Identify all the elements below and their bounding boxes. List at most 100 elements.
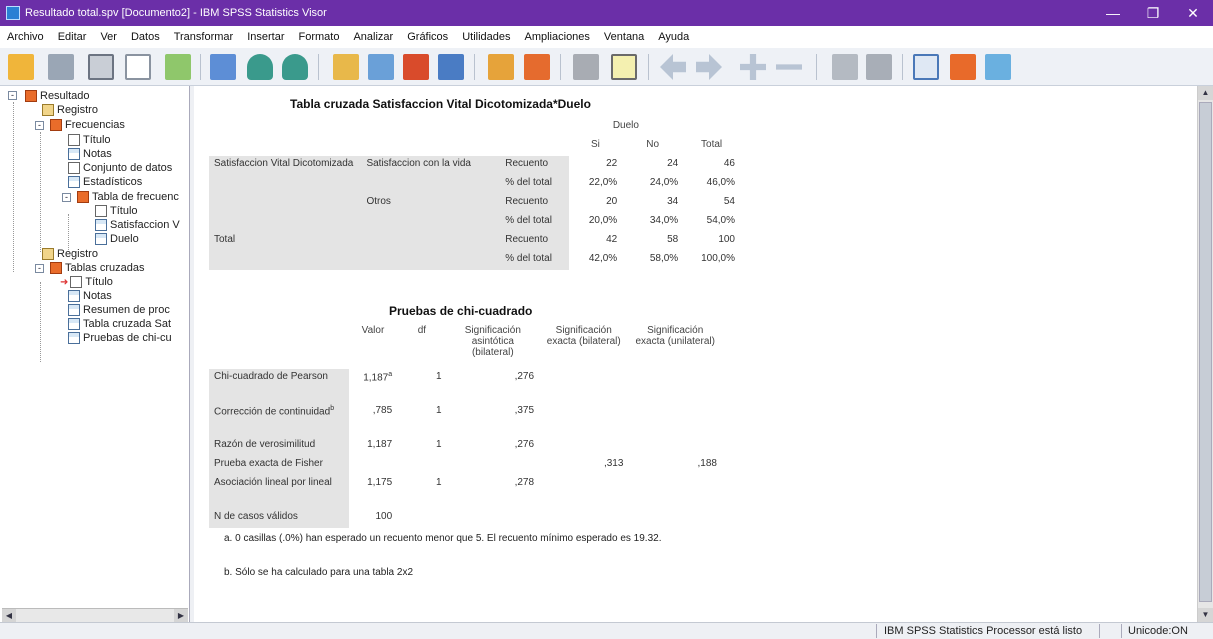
cell: 1 xyxy=(436,371,442,382)
cell: 34 xyxy=(667,196,679,207)
col-sig-exacta-bil: Significación exacta (bilateral) xyxy=(546,325,621,347)
cell: 1 xyxy=(436,405,442,416)
col-si: Si xyxy=(590,139,600,150)
tree-node-estadisticos[interactable]: Estadísticos xyxy=(68,175,142,189)
cell: 1,175 xyxy=(367,477,393,488)
menu-ayuda[interactable]: Ayuda xyxy=(651,31,696,43)
show-hide-icon[interactable] xyxy=(573,54,599,80)
scroll-right-icon[interactable]: ▶ xyxy=(174,609,188,622)
log-icon xyxy=(42,104,54,116)
cell: ,188 xyxy=(697,458,717,469)
menu-transformar[interactable]: Transformar xyxy=(167,31,241,43)
menu-ampliaciones[interactable]: Ampliaciones xyxy=(518,31,597,43)
menu-datos[interactable]: Datos xyxy=(124,31,167,43)
designate-window-icon[interactable] xyxy=(611,54,637,80)
insert-text-icon[interactable] xyxy=(985,54,1011,80)
outline-pane: - Resultado Registro - Frecuencias Títul… xyxy=(0,86,190,622)
duelo-header: Duelo xyxy=(612,120,639,131)
tree-node-tf-satisfaccion[interactable]: Satisfaccion V xyxy=(95,218,180,232)
tree-node-frecuencias[interactable]: Frecuencias xyxy=(50,118,125,132)
select-cases-icon[interactable] xyxy=(488,54,514,80)
scroll-thumb[interactable] xyxy=(1199,102,1212,602)
scroll-down-icon[interactable]: ▼ xyxy=(1198,608,1213,622)
promote-icon[interactable] xyxy=(660,54,686,80)
menu-utilidades[interactable]: Utilidades xyxy=(455,31,517,43)
variables-icon[interactable] xyxy=(403,54,429,80)
menu-ver[interactable]: Ver xyxy=(93,31,124,43)
collapse-toggle[interactable]: - xyxy=(35,264,44,273)
menu-analizar[interactable]: Analizar xyxy=(346,31,400,43)
scroll-left-icon[interactable]: ◀ xyxy=(2,609,16,622)
tree-node-tc-notas[interactable]: Notas xyxy=(68,289,112,303)
redo-icon[interactable] xyxy=(282,54,308,80)
col-no: No xyxy=(646,139,660,150)
tree-node-tc-resumen[interactable]: Resumen de proc xyxy=(68,303,170,317)
menu-archivo[interactable]: Archivo xyxy=(0,31,51,43)
show-icon[interactable] xyxy=(832,54,858,80)
tree-node-tf-duelo[interactable]: Duelo xyxy=(95,232,139,246)
weight-icon[interactable] xyxy=(524,54,550,80)
tree-node-tc-titulo[interactable]: ➜ Título xyxy=(60,275,113,289)
menu-formato[interactable]: Formato xyxy=(292,31,347,43)
minimize-button[interactable]: — xyxy=(1093,0,1133,26)
cell: 20 xyxy=(606,196,618,207)
table-icon xyxy=(68,318,80,330)
tree-node-titulo[interactable]: Título xyxy=(68,133,111,147)
print-preview-icon[interactable] xyxy=(125,54,151,80)
tree-node-registro[interactable]: Registro xyxy=(42,103,98,117)
tree-node-conjunto[interactable]: Conjunto de datos xyxy=(68,161,172,175)
undo-icon[interactable] xyxy=(247,54,273,80)
stat-label: % del total xyxy=(500,175,569,194)
output-pane: Tabla cruzada Satisfaccion Vital Dicotom… xyxy=(194,86,1197,622)
stat-label: % del total xyxy=(500,213,569,232)
row-label: Prueba exacta de Fisher xyxy=(209,456,349,475)
tree-node-tablas-cruzadas[interactable]: Tablas cruzadas xyxy=(50,261,145,275)
tree-node-tc-pruebas[interactable]: Pruebas de chi-cu xyxy=(68,331,172,345)
cell: 100 xyxy=(375,511,393,522)
table-icon xyxy=(68,332,80,344)
demote-icon[interactable] xyxy=(696,54,722,80)
tree-node-registro-2[interactable]: Registro xyxy=(42,247,98,261)
tree-node-tf-titulo[interactable]: Título xyxy=(95,204,138,218)
cell xyxy=(539,509,628,528)
outline-horizontal-scrollbar[interactable]: ◀ ▶ xyxy=(2,608,188,622)
close-button[interactable]: ✕ xyxy=(1173,0,1213,26)
title-icon xyxy=(95,205,107,217)
insert-cases-icon[interactable] xyxy=(438,54,464,80)
menu-graficos[interactable]: Gráficos xyxy=(400,31,455,43)
row-label: N de casos válidos xyxy=(209,509,349,528)
output-vertical-scrollbar[interactable]: ▲ ▼ xyxy=(1197,86,1213,622)
cell: 42,0% xyxy=(588,253,618,264)
save-icon[interactable] xyxy=(48,54,74,80)
goto-data-icon[interactable] xyxy=(333,54,359,80)
hide-icon[interactable] xyxy=(866,54,892,80)
goto-variable-icon[interactable] xyxy=(368,54,394,80)
tree-node-resultado[interactable]: Resultado xyxy=(25,89,90,103)
collapse-toggle[interactable]: - xyxy=(35,121,44,130)
cell: 24 xyxy=(667,158,679,169)
restore-button[interactable]: ❐ xyxy=(1133,0,1173,26)
print-icon[interactable] xyxy=(88,54,114,80)
recall-dialog-icon[interactable] xyxy=(210,54,236,80)
tree-node-tc-tabla[interactable]: Tabla cruzada Sat xyxy=(68,317,171,331)
menu-insertar[interactable]: Insertar xyxy=(240,31,291,43)
cell: 1,187 xyxy=(367,439,393,450)
notes-icon xyxy=(68,290,80,302)
cell: ,278 xyxy=(514,477,535,488)
cell: 34,0% xyxy=(649,215,679,226)
collapse-toggle[interactable]: - xyxy=(8,91,17,100)
expand-icon[interactable] xyxy=(740,54,766,80)
tree-node-tabla-frecuencias[interactable]: Tabla de frecuenc xyxy=(77,190,179,204)
menu-editar[interactable]: Editar xyxy=(51,31,94,43)
collapse-icon[interactable] xyxy=(776,64,802,70)
tree-node-notas[interactable]: Notas xyxy=(68,147,112,161)
scroll-up-icon[interactable]: ▲ xyxy=(1198,86,1213,100)
menu-ventana[interactable]: Ventana xyxy=(597,31,651,43)
export-icon[interactable] xyxy=(165,54,191,80)
insert-heading-icon[interactable] xyxy=(913,54,939,80)
open-icon[interactable] xyxy=(8,54,34,80)
collapse-toggle[interactable]: - xyxy=(62,193,71,202)
cell: 1 xyxy=(436,439,442,450)
footnote-a: a. 0 casillas (.0%) han esperado un recu… xyxy=(224,533,662,544)
insert-title-icon[interactable] xyxy=(950,54,976,80)
